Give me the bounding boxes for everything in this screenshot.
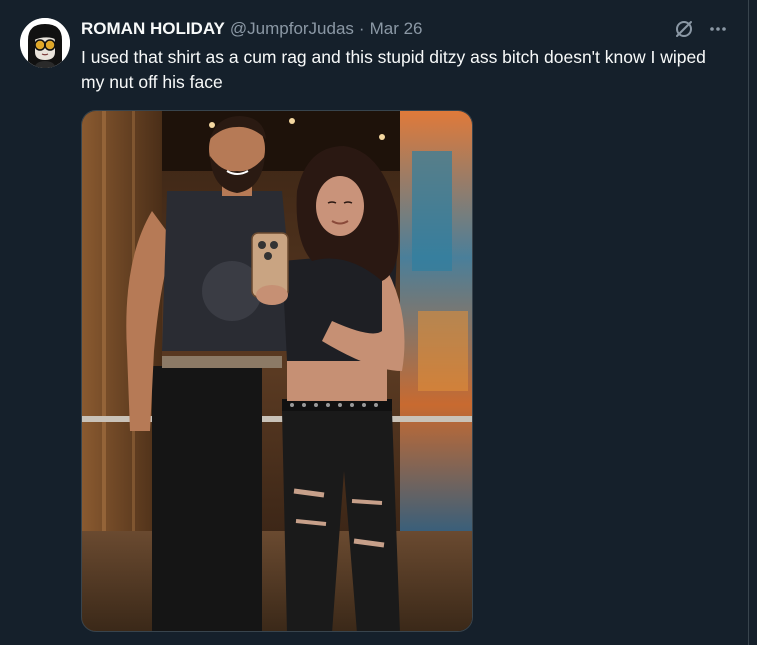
tweet-photo[interactable]: [81, 110, 473, 632]
more-horizontal-icon[interactable]: [707, 18, 729, 40]
photo-illustration: [82, 111, 472, 631]
tweet-header-actions: [673, 18, 729, 40]
right-gutter: [749, 0, 757, 645]
separator-dot: ·: [358, 19, 365, 38]
avatar[interactable]: [20, 18, 70, 68]
avatar-illustration: [20, 18, 70, 68]
tweet-date[interactable]: Mar 26: [370, 19, 423, 39]
tweet-text: I used that shirt as a cum rag and this …: [81, 47, 706, 92]
display-name[interactable]: ROMAN HOLIDAY: [81, 19, 225, 39]
slashed-circle-icon[interactable]: [673, 18, 695, 40]
tweet-header: ROMAN HOLIDAY @JumpforJudas · Mar 26: [81, 19, 423, 41]
tweet-view: ROMAN HOLIDAY @JumpforJudas · Mar 26 I u…: [0, 0, 757, 645]
user-handle[interactable]: @JumpforJudas: [230, 19, 354, 39]
